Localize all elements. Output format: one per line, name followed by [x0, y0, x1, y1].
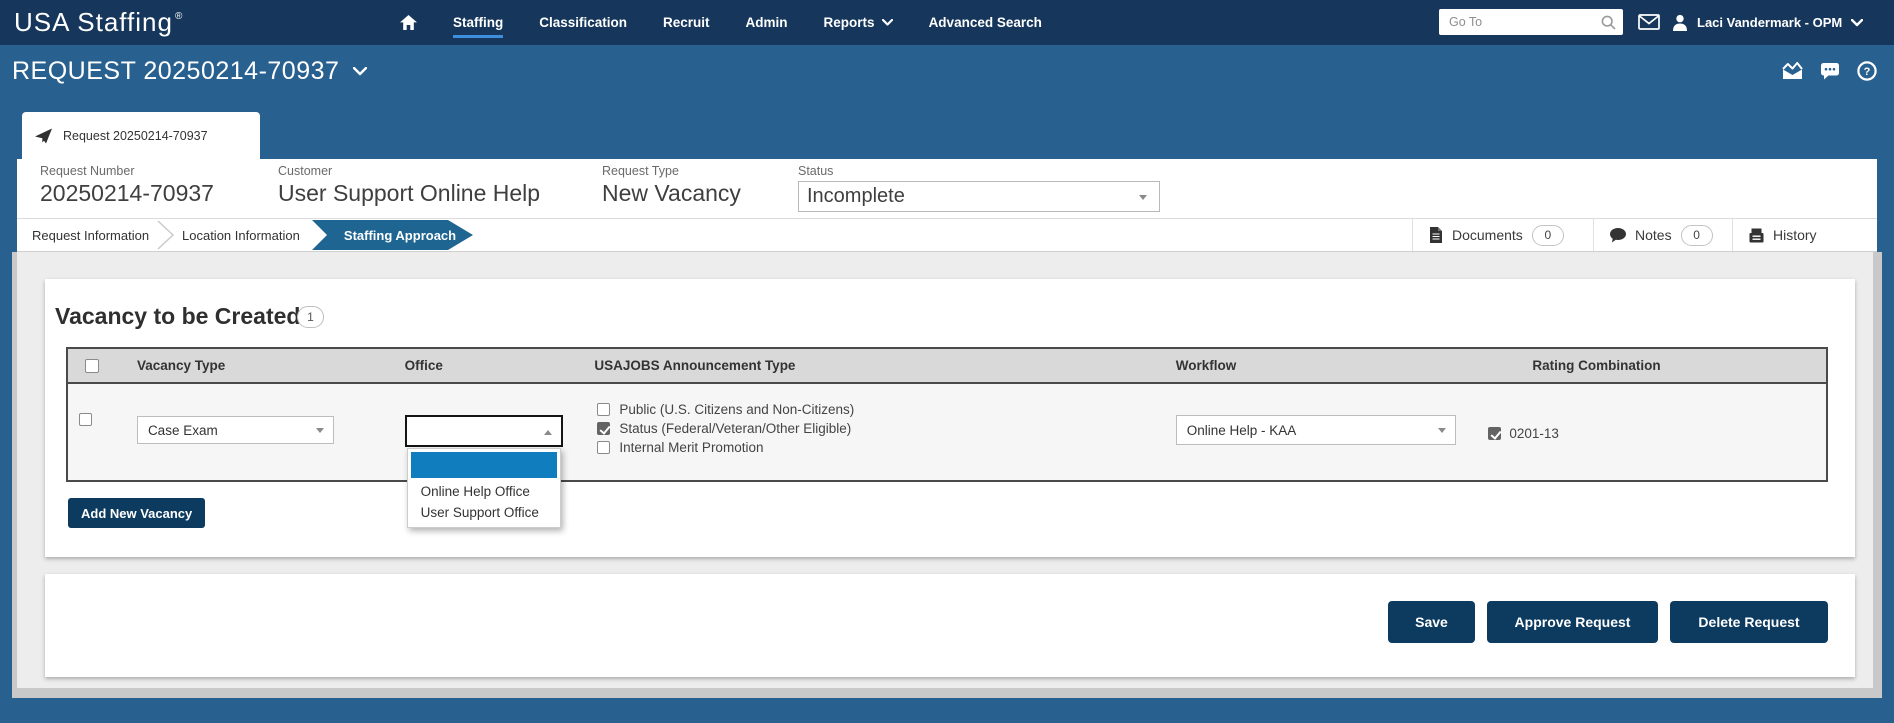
col-vacancy-type: Vacancy Type — [129, 349, 397, 382]
user-menu[interactable]: Laci Vandermark - OPM — [1672, 0, 1863, 45]
office-select[interactable] — [405, 415, 563, 447]
request-title[interactable]: REQUEST 20250214-70937 — [12, 45, 367, 97]
chevron-down-icon — [1851, 19, 1863, 27]
customer-value: User Support Online Help — [278, 180, 540, 207]
help-icon[interactable]: ? — [1857, 61, 1877, 81]
nav-staffing[interactable]: Staffing — [453, 15, 503, 30]
main-nav: Staffing Classification Recruit Admin Re… — [400, 0, 1042, 45]
user-name: Laci Vandermark - OPM — [1697, 15, 1842, 30]
step-staffing-approach[interactable]: Staffing Approach — [312, 220, 473, 250]
request-number-label: Request Number — [40, 164, 214, 178]
request-number-value: 20250214-70937 — [40, 180, 214, 207]
field-request-number: Request Number 20250214-70937 — [40, 159, 214, 207]
nav-advanced-search[interactable]: Advanced Search — [929, 15, 1042, 30]
search-icon[interactable] — [1601, 15, 1616, 30]
workflow-select[interactable]: Online Help - KAA — [1176, 415, 1456, 445]
request-type-label: Request Type — [602, 164, 741, 178]
internal-merit-checkbox[interactable] — [597, 441, 610, 454]
rating-combination[interactable]: 0201-13 — [1488, 426, 1826, 441]
registered-mark: ® — [175, 11, 183, 22]
paper-plane-icon — [35, 128, 52, 144]
rating-checkbox[interactable] — [1488, 427, 1501, 440]
status-label: Status — [798, 164, 833, 178]
note-icon — [1610, 228, 1626, 243]
vacancy-type-select[interactable]: Case Exam — [137, 416, 334, 444]
announcement-option-internal[interactable]: Internal Merit Promotion — [597, 440, 1167, 455]
save-button[interactable]: Save — [1388, 601, 1475, 643]
user-icon — [1672, 14, 1688, 31]
vacancy-count-badge: 1 — [297, 306, 324, 328]
chevron-down-icon — [353, 67, 367, 76]
select-all-checkbox[interactable] — [85, 359, 99, 373]
office-option-blank[interactable] — [411, 452, 557, 478]
request-tools: Documents 0 Notes 0 History — [1412, 219, 1873, 251]
top-navbar: USA Staffing® Staffing Classification Re… — [0, 0, 1894, 45]
public-checkbox[interactable] — [597, 403, 610, 416]
mail-icon[interactable] — [1638, 14, 1660, 35]
field-status: Status — [798, 159, 833, 178]
field-request-type: Request Type New Vacancy — [602, 159, 741, 207]
app-logo[interactable]: USA Staffing® — [14, 0, 183, 45]
col-rating-combination: Rating Combination — [1480, 349, 1826, 382]
customer-label: Customer — [278, 164, 540, 178]
approve-request-button[interactable]: Approve Request — [1487, 601, 1658, 643]
vacancy-table-header: Vacancy Type Office USAJOBS Announcement… — [66, 347, 1828, 384]
chevron-down-icon — [882, 19, 893, 26]
request-tab-label: Request 20250214-70937 — [63, 129, 208, 143]
app-logo-text: USA Staffing — [14, 7, 173, 38]
status-select[interactable]: Incomplete — [798, 181, 1160, 212]
col-usajobs-announcement-type: USAJOBS Announcement Type — [586, 349, 1167, 382]
nav-classification[interactable]: Classification — [539, 15, 627, 30]
svg-text:?: ? — [1864, 66, 1871, 78]
notes-button[interactable]: Notes 0 — [1593, 219, 1732, 251]
documents-button[interactable]: Documents 0 — [1412, 219, 1593, 251]
request-tab[interactable]: Request 20250214-70937 — [22, 112, 260, 159]
nav-reports[interactable]: Reports — [824, 15, 893, 30]
announcement-option-status[interactable]: Status (Federal/Veteran/Other Eligible) — [597, 421, 1167, 436]
field-customer: Customer User Support Online Help — [278, 159, 540, 207]
office-option[interactable]: Online Help Office — [408, 481, 560, 502]
actions-card: Save Approve Request Delete Request — [45, 574, 1855, 677]
col-workflow: Workflow — [1168, 349, 1481, 382]
office-dropdown-list: Online Help Office User Support Office — [407, 448, 561, 528]
history-icon — [1749, 228, 1764, 243]
announcement-option-public[interactable]: Public (U.S. Citizens and Non-Citizens) — [597, 402, 1167, 417]
nav-home[interactable] — [400, 15, 417, 30]
vacancy-card: Vacancy to be Created 1 Vacancy Type Off… — [45, 279, 1855, 557]
step-separator-icon — [157, 220, 175, 250]
office-option[interactable]: User Support Office — [408, 502, 560, 523]
home-icon — [400, 15, 417, 30]
vacancy-row: Case Exam Online Help Office User Suppor… — [66, 384, 1828, 482]
step-location-information[interactable]: Location Information — [182, 219, 300, 251]
nav-recruit[interactable]: Recruit — [663, 15, 710, 30]
history-button[interactable]: History — [1732, 219, 1873, 251]
add-new-vacancy-button[interactable]: Add New Vacancy — [68, 498, 205, 528]
document-icon — [1429, 227, 1443, 243]
alerts-icon[interactable] — [1782, 62, 1803, 80]
main-content: Vacancy to be Created 1 Vacancy Type Off… — [12, 252, 1882, 698]
delete-request-button[interactable]: Delete Request — [1670, 601, 1828, 643]
chat-icon[interactable] — [1820, 62, 1840, 80]
vacancy-table: Vacancy Type Office USAJOBS Announcement… — [66, 347, 1828, 482]
step-request-information[interactable]: Request Information — [32, 219, 149, 251]
usa-staffing-page: USA Staffing® Staffing Classification Re… — [0, 0, 1894, 723]
goto-input[interactable] — [1439, 9, 1623, 35]
status-value: Incomplete — [807, 185, 905, 208]
col-office: Office — [397, 349, 587, 382]
request-header-bar: REQUEST 20250214-70937 ? — [0, 45, 1894, 97]
tab-strip: Request 20250214-70937 — [0, 97, 1894, 159]
step-navigation: Request Information Location Information… — [17, 218, 1877, 252]
request-type-value: New Vacancy — [602, 180, 741, 207]
nav-admin[interactable]: Admin — [746, 15, 788, 30]
request-bar-icons: ? — [1782, 45, 1877, 97]
goto-search — [1439, 9, 1623, 35]
documents-count-badge: 0 — [1532, 225, 1564, 246]
request-summary: Request Number 20250214-70937 Customer U… — [17, 159, 1877, 218]
vacancy-section-title: Vacancy to be Created — [55, 303, 300, 330]
status-checkbox[interactable] — [597, 422, 610, 435]
row-checkbox[interactable] — [79, 413, 92, 426]
notes-count-badge: 0 — [1681, 225, 1713, 246]
